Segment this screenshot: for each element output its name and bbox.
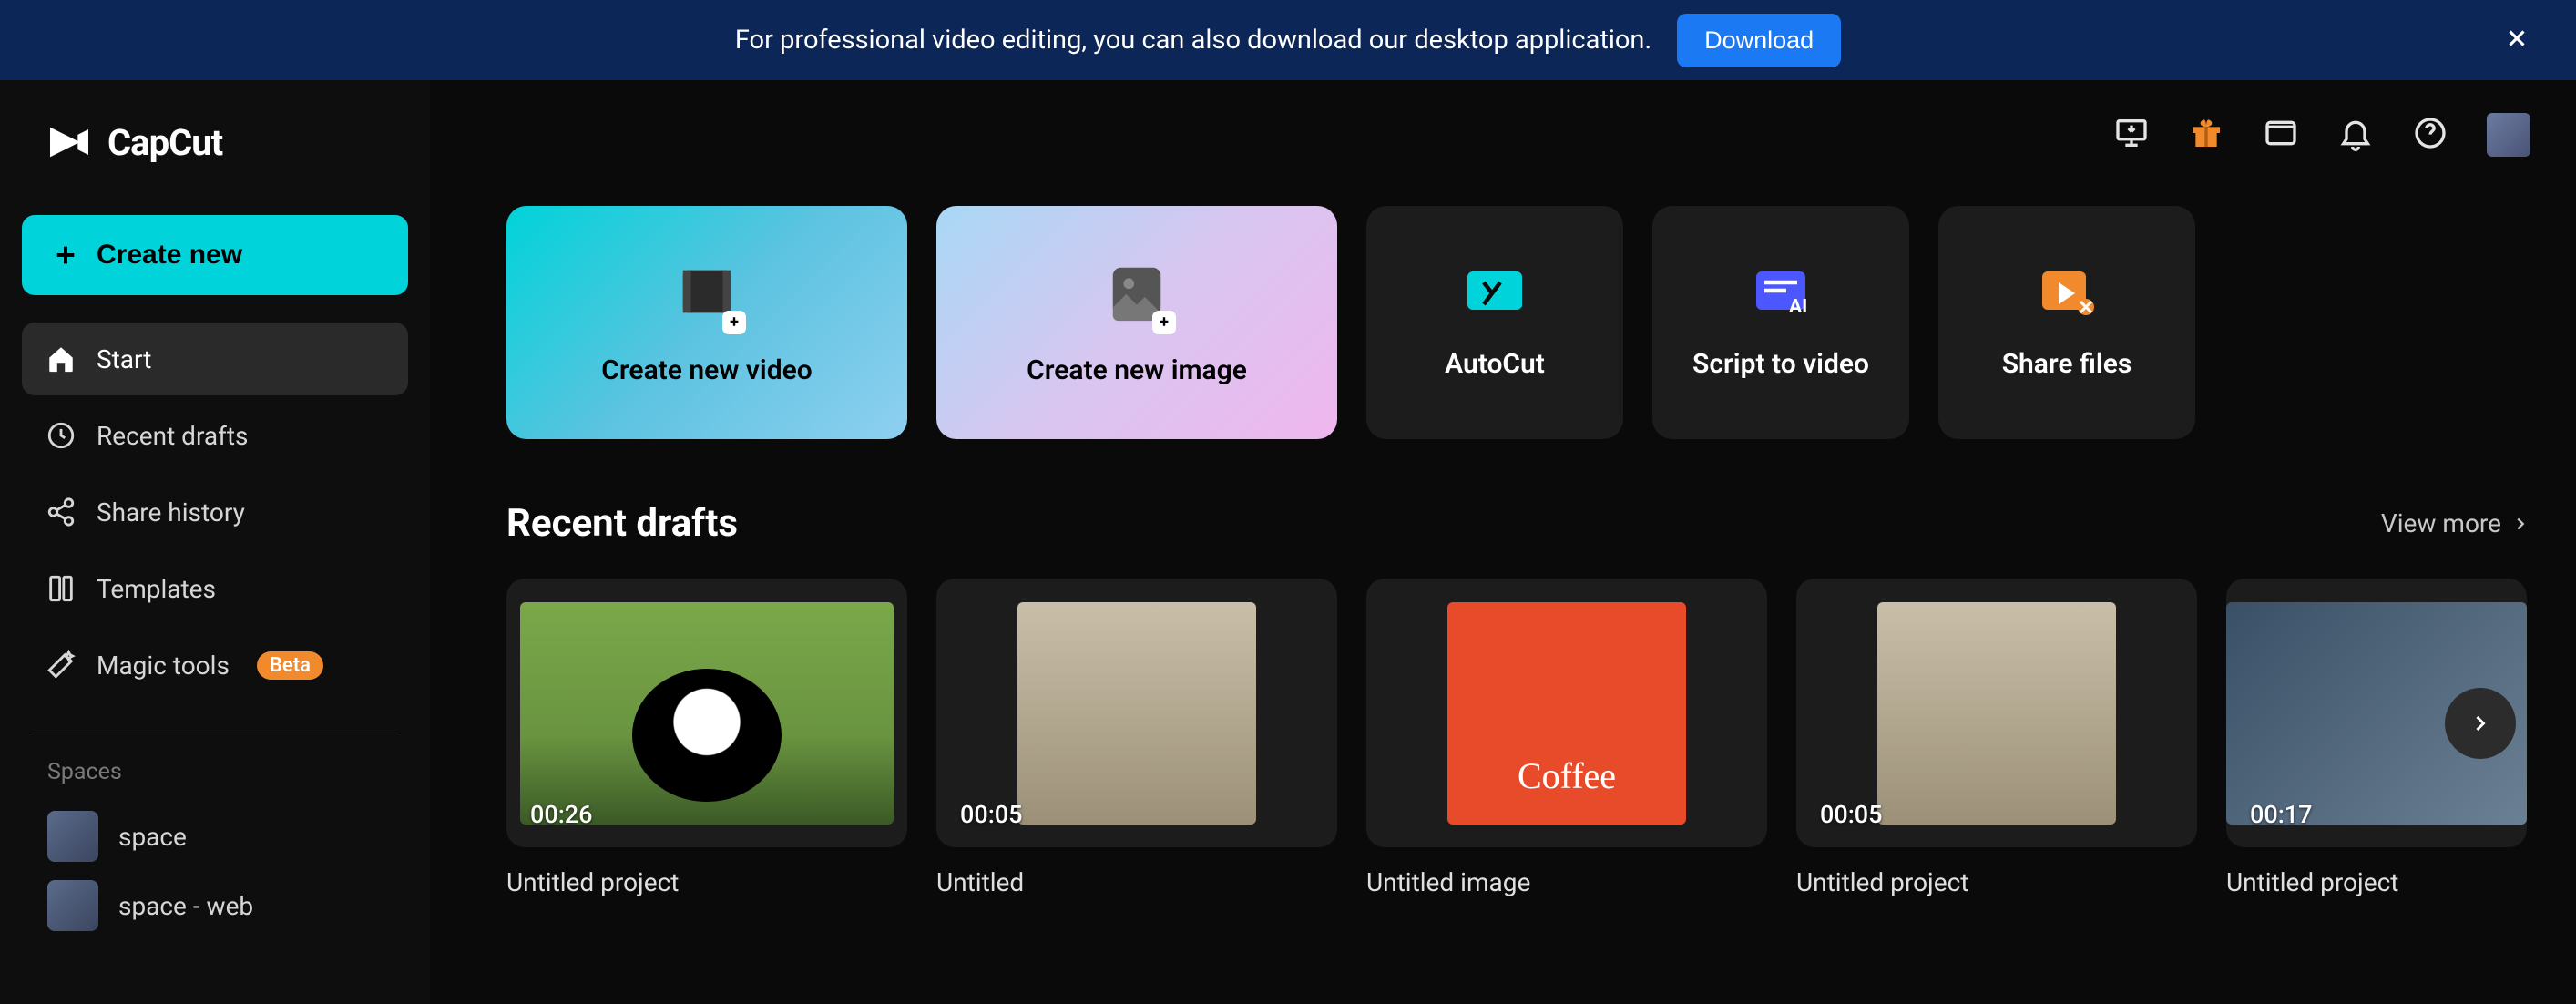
nav-label: Share history [97, 497, 245, 528]
nav-label: Magic tools [97, 651, 230, 681]
desktop-download-icon[interactable] [2113, 115, 2150, 155]
draft-title: Untitled project [506, 867, 907, 897]
duration-label: 00:17 [2250, 800, 2313, 829]
download-button[interactable]: Download [1677, 14, 1841, 67]
tile-label: Create new video [601, 354, 812, 386]
chevron-right-icon [2510, 514, 2530, 534]
tile-label: AutoCut [1445, 348, 1545, 380]
bell-icon[interactable] [2337, 115, 2374, 155]
sidebar-item-magic-tools[interactable]: Magic tools Beta [22, 629, 408, 702]
avatar[interactable] [2487, 113, 2530, 157]
space-label: space - web [118, 891, 253, 921]
draft-title: Untitled image [1366, 867, 1767, 897]
draft-thumbnail: Coffee [1366, 579, 1767, 847]
thumbnail-image [1877, 602, 2116, 825]
plus-badge-icon: + [1152, 311, 1176, 334]
tile-script-to-video[interactable]: AI Script to video [1652, 206, 1909, 439]
nav-label: Recent drafts [97, 421, 248, 451]
wallet-icon[interactable] [2263, 115, 2299, 155]
spaces-heading: Spaces [22, 759, 408, 785]
clock-icon [46, 420, 77, 451]
sidebar-nav: Start Recent drafts Share history Templa… [22, 323, 408, 702]
capcut-logo-icon [44, 117, 95, 168]
autocut-icon [1462, 266, 1528, 321]
main: + Create new video + Create new image Au… [430, 80, 2576, 1004]
sidebar: CapCut Create new Start Recent drafts Sh… [0, 80, 430, 1004]
close-icon[interactable] [2503, 25, 2530, 56]
space-thumb [47, 811, 98, 862]
space-item[interactable]: space [22, 802, 408, 871]
templates-icon [46, 573, 77, 604]
sidebar-item-recent-drafts[interactable]: Recent drafts [22, 399, 408, 472]
sidebar-item-share-history[interactable]: Share history [22, 476, 408, 548]
draft-title: Untitled project [2226, 867, 2527, 897]
help-icon[interactable] [2412, 115, 2448, 155]
home-icon [46, 343, 77, 374]
draft-thumbnail: 00:05 [1796, 579, 2197, 847]
tile-label: Create new image [1027, 354, 1247, 386]
drafts-row: 00:26 Untitled project 00:05 Untitled Co… [506, 579, 2530, 897]
view-more-link[interactable]: View more [2381, 508, 2530, 538]
create-new-button[interactable]: Create new [22, 215, 408, 295]
draft-card[interactable]: 00:05 Untitled [936, 579, 1337, 897]
tile-label: Share files [2002, 348, 2132, 380]
draft-title: Untitled project [1796, 867, 2197, 897]
plus-badge-icon: + [722, 311, 746, 334]
duration-label: 00:05 [1820, 800, 1883, 829]
header-icons [2113, 113, 2530, 157]
image-icon: + [1105, 260, 1169, 327]
promo-banner: For professional video editing, you can … [0, 0, 2576, 80]
script-icon: AI [1748, 266, 1814, 321]
sidebar-item-start[interactable]: Start [22, 323, 408, 395]
nav-label: Templates [97, 574, 216, 604]
plus-icon [51, 241, 80, 270]
recent-drafts-heading: Recent drafts [506, 501, 738, 546]
share-files-icon [2034, 266, 2100, 321]
draft-title: Untitled [936, 867, 1337, 897]
draft-card[interactable]: 00:26 Untitled project [506, 579, 907, 897]
tile-create-image[interactable]: + Create new image [936, 206, 1337, 439]
action-tiles: + Create new video + Create new image Au… [506, 206, 2530, 439]
nav-label: Start [97, 344, 151, 374]
film-icon: + [675, 260, 739, 327]
banner-text: For professional video editing, you can … [735, 25, 1651, 56]
space-thumb [47, 880, 98, 931]
scroll-next-button[interactable] [2445, 688, 2516, 759]
draft-card[interactable]: 00:05 Untitled project [1796, 579, 2197, 897]
magic-wand-icon [46, 650, 77, 681]
draft-thumbnail: 00:05 [936, 579, 1337, 847]
chevron-right-icon [2468, 711, 2493, 736]
tile-autocut[interactable]: AutoCut [1366, 206, 1623, 439]
gift-icon[interactable] [2188, 115, 2224, 155]
thumbnail-image: Coffee [1447, 602, 1686, 825]
space-item[interactable]: space - web [22, 871, 408, 940]
share-icon [46, 497, 77, 528]
tile-create-video[interactable]: + Create new video [506, 206, 907, 439]
sidebar-item-templates[interactable]: Templates [22, 552, 408, 625]
thumbnail-image [1017, 602, 1256, 825]
brand-name: CapCut [107, 121, 222, 164]
draft-thumbnail: 00:26 [506, 579, 907, 847]
tile-share-files[interactable]: Share files [1938, 206, 2195, 439]
duration-label: 00:26 [530, 800, 593, 829]
tile-label: Script to video [1692, 348, 1869, 380]
duration-label: 00:05 [960, 800, 1023, 829]
thumbnail-image [520, 602, 894, 825]
draft-card[interactable]: Coffee Untitled image [1366, 579, 1767, 897]
create-new-label: Create new [97, 240, 242, 271]
beta-badge: Beta [257, 651, 323, 680]
svg-text:AI: AI [1789, 296, 1807, 318]
space-label: space [118, 822, 187, 852]
view-more-label: View more [2381, 508, 2501, 538]
brand-logo[interactable]: CapCut [22, 117, 408, 168]
